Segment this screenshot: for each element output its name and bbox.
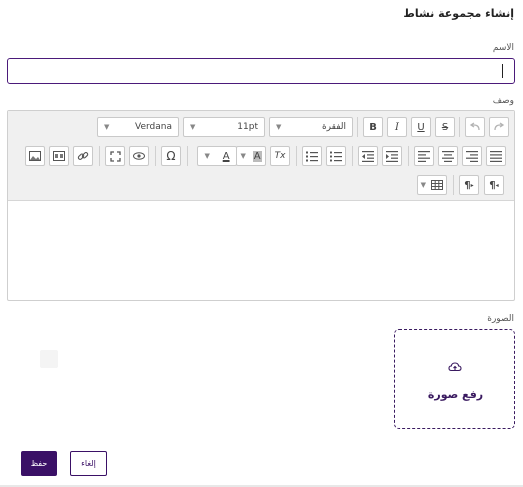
highlight-color-button[interactable]: ▼ A bbox=[236, 146, 266, 166]
align-center-icon[interactable] bbox=[438, 146, 458, 166]
insert-media-icon[interactable] bbox=[49, 146, 69, 166]
text-caret bbox=[502, 64, 503, 78]
special-character-button[interactable]: Ω bbox=[161, 146, 181, 166]
text-color-icon: A bbox=[222, 150, 230, 162]
image-label: الصورة bbox=[487, 314, 514, 324]
chevron-down-icon: ▼ bbox=[420, 181, 427, 189]
editor-content-area[interactable] bbox=[8, 202, 514, 300]
insert-image-icon[interactable] bbox=[25, 146, 45, 166]
paragraph-select-value: الفقرة bbox=[321, 122, 346, 132]
align-left-icon[interactable] bbox=[414, 146, 434, 166]
indent-icon[interactable] bbox=[382, 146, 402, 166]
font-family-select[interactable]: ▼ Verdana bbox=[97, 117, 179, 137]
table-icon bbox=[431, 180, 444, 190]
toolbar-separator bbox=[357, 117, 358, 137]
name-input[interactable] bbox=[7, 58, 515, 84]
ltr-direction-button[interactable]: ¶ ▸ bbox=[459, 175, 479, 195]
preview-eye-icon[interactable] bbox=[129, 146, 149, 166]
toolbar-separator bbox=[187, 146, 188, 166]
chevron-down-icon: ▼ bbox=[190, 123, 196, 131]
upload-image-label: رفع صورة bbox=[427, 388, 484, 401]
font-size-select[interactable]: ▼ 11pt bbox=[183, 117, 265, 137]
description-label: وصف bbox=[492, 96, 514, 106]
bullet-list-icon[interactable] bbox=[326, 146, 346, 166]
dialog-title: إنشاء مجموعة نشاط bbox=[403, 7, 514, 20]
undo-icon[interactable] bbox=[465, 117, 485, 137]
text-color-button[interactable]: ▼ A bbox=[197, 146, 237, 166]
toolbar-separator bbox=[453, 175, 454, 195]
bold-button[interactable]: B bbox=[363, 117, 383, 137]
clear-formatting-button[interactable]: Tx bbox=[270, 146, 290, 166]
numbered-list-icon[interactable] bbox=[302, 146, 322, 166]
name-label: الاسم bbox=[492, 43, 514, 53]
rtl-direction-button[interactable]: ¶ ◂ bbox=[484, 175, 504, 195]
underline-button[interactable]: U bbox=[411, 117, 431, 137]
font-family-select-value: Verdana bbox=[135, 122, 172, 132]
save-button[interactable]: حفظ bbox=[21, 451, 57, 476]
image-placeholder bbox=[40, 350, 58, 368]
toolbar-separator bbox=[352, 146, 353, 166]
toolbar-separator bbox=[408, 146, 409, 166]
paragraph-select[interactable]: ▼ الفقرة bbox=[269, 117, 353, 137]
toolbar-separator bbox=[459, 117, 460, 137]
chevron-down-icon: ▼ bbox=[276, 123, 282, 131]
strikethrough-button[interactable]: S bbox=[435, 117, 455, 137]
cloud-upload-icon bbox=[448, 362, 462, 372]
insert-table-button[interactable]: ▼ bbox=[417, 175, 447, 195]
align-right-icon[interactable] bbox=[462, 146, 482, 166]
chevron-down-icon: ▼ bbox=[104, 123, 110, 131]
cancel-button[interactable]: إلغاء bbox=[70, 451, 107, 476]
fullscreen-icon[interactable] bbox=[105, 146, 125, 166]
chevron-down-icon: ▼ bbox=[204, 152, 210, 160]
outdent-icon[interactable] bbox=[358, 146, 378, 166]
insert-link-icon[interactable] bbox=[73, 146, 93, 166]
font-size-select-value: 11pt bbox=[237, 122, 258, 132]
image-upload-box[interactable]: رفع صورة bbox=[394, 329, 515, 429]
italic-button[interactable]: I bbox=[387, 117, 407, 137]
redo-icon[interactable] bbox=[489, 117, 509, 137]
chevron-down-icon: ▼ bbox=[240, 152, 246, 160]
toolbar-separator bbox=[296, 146, 297, 166]
toolbar-separator bbox=[99, 146, 100, 166]
align-justify-icon[interactable] bbox=[486, 146, 506, 166]
create-activity-group-dialog: إنشاء مجموعة نشاط الاسم وصف S U I B ▼ ال… bbox=[0, 0, 523, 487]
toolbar-separator bbox=[155, 146, 156, 166]
editor-toolbar: S U I B ▼ الفقرة ▼ 11pt ▼ Verdana Ω ▼ A … bbox=[8, 111, 514, 201]
description-editor[interactable]: S U I B ▼ الفقرة ▼ 11pt ▼ Verdana Ω ▼ A … bbox=[7, 110, 515, 301]
highlight-color-icon: A bbox=[252, 150, 262, 162]
